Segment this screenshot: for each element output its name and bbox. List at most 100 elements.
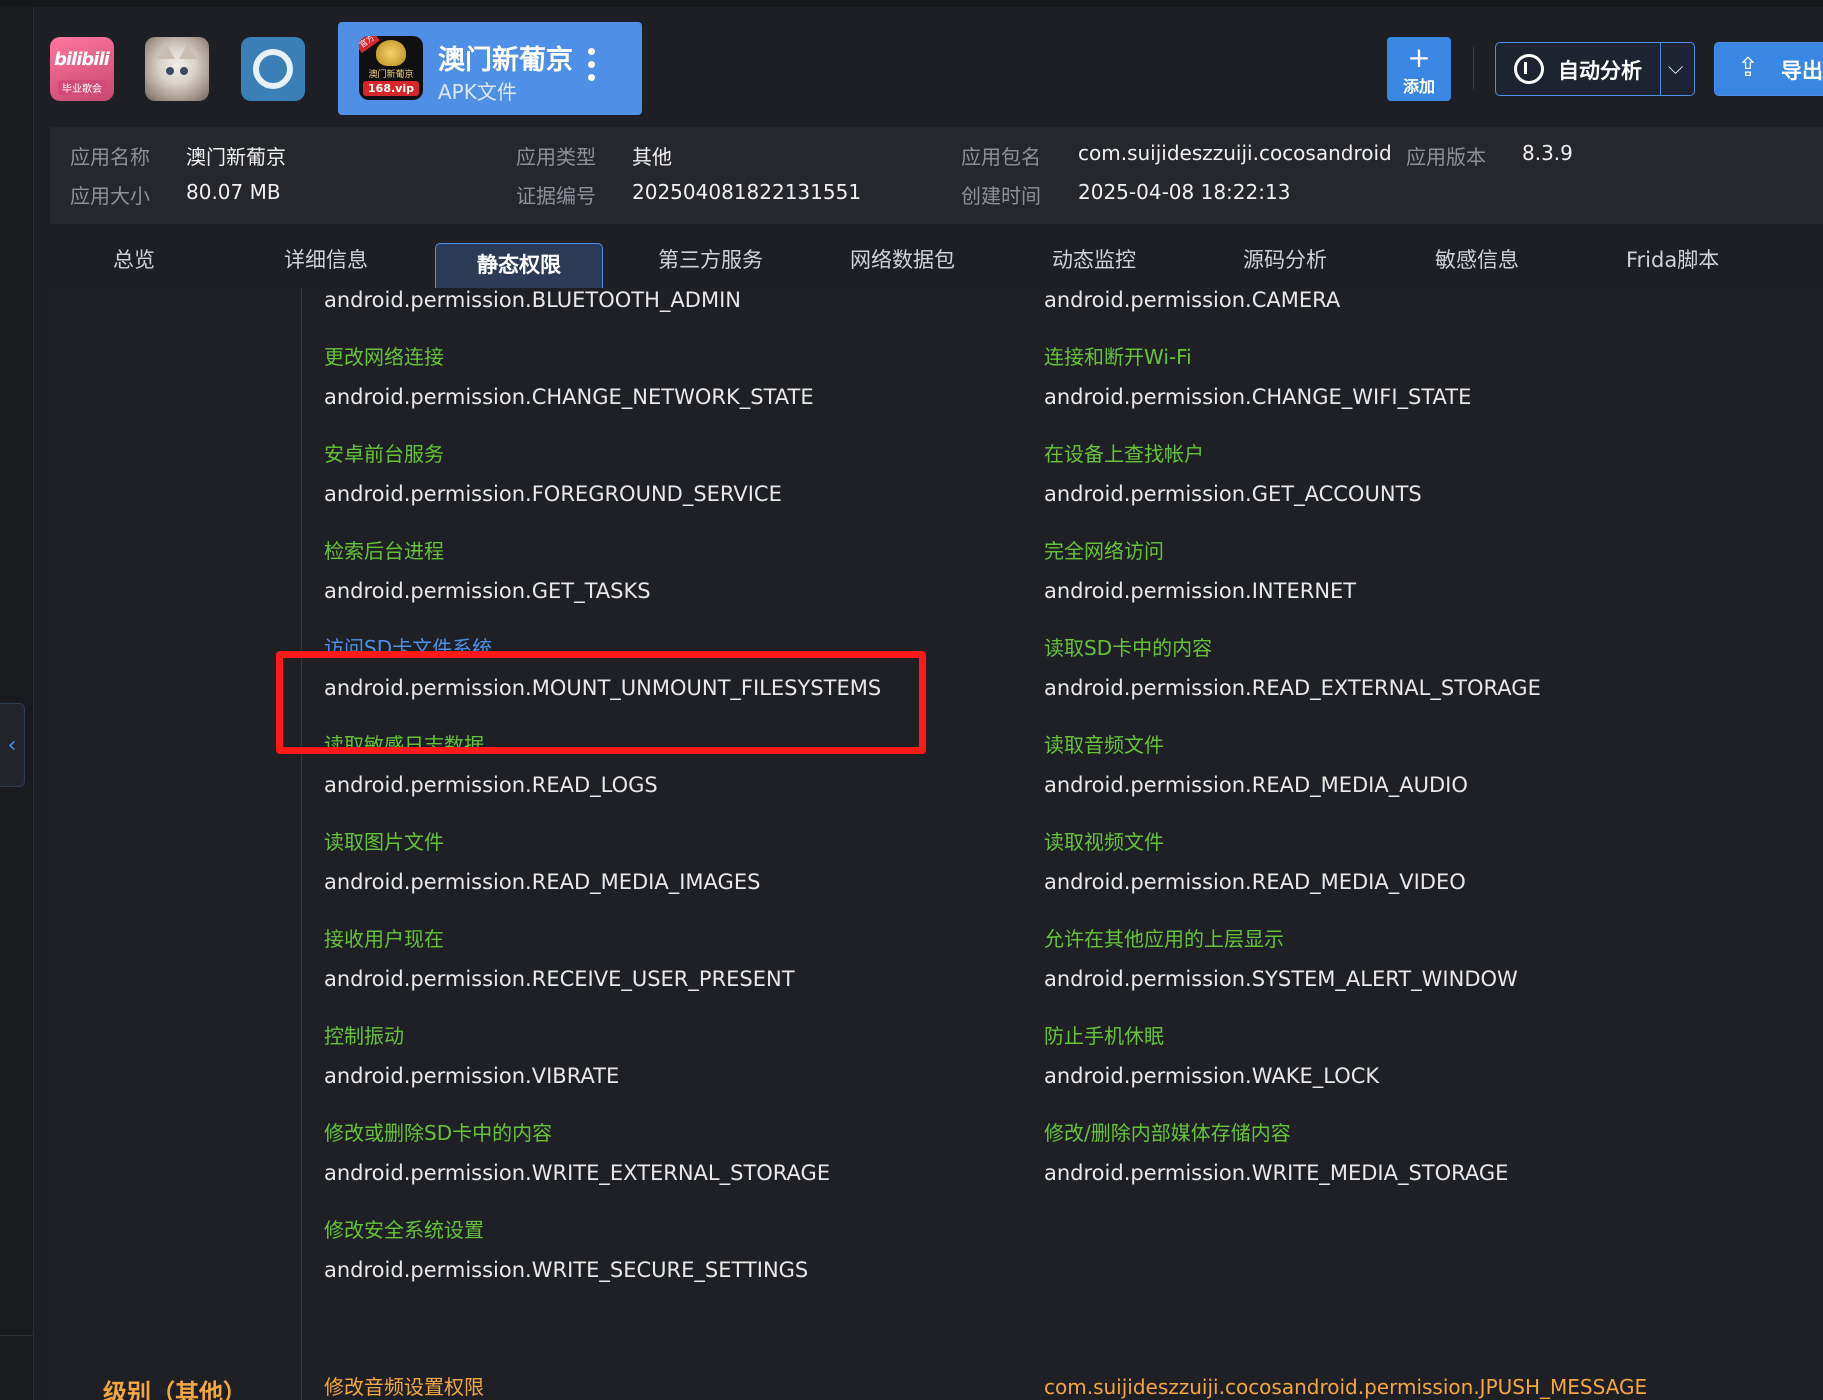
permission-item: 在设备上查找帐户 android.permission.GET_ACCOUNTS xyxy=(1044,441,1422,508)
permission-name: 修改或删除SD卡中的内容 xyxy=(324,1121,553,1145)
analysis-icon xyxy=(1514,54,1544,84)
permission-item: 防止手机休眠 android.permission.WAKE_LOCK xyxy=(1044,1023,1379,1090)
permission-item: 连接和断开Wi-Fi android.permission.CHANGE_WIF… xyxy=(1044,344,1471,411)
info-key: 应用名称 xyxy=(70,145,150,169)
permission-name: 接收用户现在 xyxy=(324,927,444,951)
cat-app-icon[interactable] xyxy=(145,37,209,101)
more-options-icon[interactable] xyxy=(588,48,596,88)
plus-icon: + xyxy=(1407,41,1431,74)
info-key: 创建时间 xyxy=(961,184,1041,208)
export-button[interactable]: ⇪ 导出 xyxy=(1714,42,1823,96)
tab-network-packets[interactable]: 网络数据包 xyxy=(850,244,955,274)
permission-name: 修改安全系统设置 xyxy=(324,1218,484,1242)
permission-id: android.permission.GET_TASKS xyxy=(324,579,651,603)
permission-name: 修改音频设置权限 xyxy=(324,1375,484,1399)
permission-id: android.permission.CHANGE_NETWORK_STATE xyxy=(324,385,814,409)
permission-id: android.permission.WAKE_LOCK xyxy=(1044,1064,1380,1088)
permission-name: 允许在其他应用的上层显示 xyxy=(1044,927,1284,951)
current-app-title: 澳门新葡京 xyxy=(438,45,573,76)
permission-id: android.permission.READ_MEDIA_IMAGES xyxy=(324,870,761,894)
ring-app-icon[interactable] xyxy=(241,37,305,101)
permission-id: android.permission.READ_MEDIA_VIDEO xyxy=(1044,870,1466,894)
info-key: 应用包名 xyxy=(961,145,1041,169)
permission-item: com.suijideszzuiji.cocosandroid.permissi… xyxy=(1044,1374,1647,1400)
auto-analysis-label: 自动分析 xyxy=(1558,59,1642,83)
permission-item: 控制振动 android.permission.VIBRATE xyxy=(324,1023,619,1090)
permission-name: 更改网络连接 xyxy=(324,345,444,369)
tab-source-analysis[interactable]: 源码分析 xyxy=(1243,244,1327,274)
permission-id: android.permission.READ_MEDIA_AUDIO xyxy=(1044,773,1468,797)
analysis-tabs: 总览 详细信息 静态权限 第三方服务 网络数据包 动态监控 源码分析 敏感信息 … xyxy=(50,226,1823,290)
permission-item: 接收用户现在 android.permission.RECEIVE_USER_P… xyxy=(324,926,795,993)
info-key: 应用版本 xyxy=(1406,145,1486,169)
permission-name: 修改/删除内部媒体存储内容 xyxy=(1044,1121,1291,1145)
logo-brand: 澳门新葡京 xyxy=(368,70,414,80)
permission-id: android.permission.CHANGE_WIFI_STATE xyxy=(1044,385,1472,409)
auto-analysis-button[interactable]: 自动分析 ⌵ xyxy=(1495,42,1695,96)
info-value: com.suijideszzuiji.cocosandroid xyxy=(1078,141,1392,165)
permission-name: 在设备上查找帐户 xyxy=(1044,442,1204,466)
permission-name: 防止手机休眠 xyxy=(1044,1024,1164,1048)
permission-item: android.permission.CAMERA xyxy=(1044,288,1340,314)
info-value: 澳门新葡京 xyxy=(186,145,286,169)
permission-id: android.permission.RECEIVE_USER_PRESENT xyxy=(324,967,795,991)
permission-item: 读取视频文件 android.permission.READ_MEDIA_VID… xyxy=(1044,829,1466,896)
top-strip xyxy=(0,0,1823,7)
permission-item: 允许在其他应用的上层显示 android.permission.SYSTEM_A… xyxy=(1044,926,1518,993)
permission-id: android.permission.READ_EXTERNAL_STORAGE xyxy=(1044,676,1541,700)
tab-details[interactable]: 详细信息 xyxy=(284,244,368,274)
permission-item: 更改网络连接 android.permission.CHANGE_NETWORK… xyxy=(324,344,814,411)
permission-name: com.suijideszzuiji.cocosandroid.permissi… xyxy=(1044,1375,1648,1399)
permission-item: 读取音频文件 android.permission.READ_MEDIA_AUD… xyxy=(1044,732,1468,799)
permission-id: android.permission.WRITE_EXTERNAL_STORAG… xyxy=(324,1161,831,1185)
bilibili-logo-text: bilibili xyxy=(54,49,110,70)
permission-name: 检索后台进程 xyxy=(324,539,444,563)
bilibili-logo-sub: 毕业歌会 xyxy=(58,80,106,95)
permission-item: 读取图片文件 android.permission.READ_MEDIA_IMA… xyxy=(324,829,760,896)
tab-sensitive-info[interactable]: 敏感信息 xyxy=(1435,244,1519,274)
tab-static-permissions[interactable]: 静态权限 xyxy=(435,243,603,290)
tab-third-party[interactable]: 第三方服务 xyxy=(658,244,763,274)
permission-item: 修改安全系统设置 android.permission.WRITE_SECURE… xyxy=(324,1217,808,1284)
chevron-down-icon[interactable]: ⌵ xyxy=(1668,55,1683,79)
permission-name: 读取音频文件 xyxy=(1044,733,1164,757)
permission-id: android.permission.VIBRATE xyxy=(324,1064,620,1088)
bilibili-app-icon[interactable]: bilibili 毕业歌会 xyxy=(50,37,114,101)
info-key: 应用大小 xyxy=(70,184,150,208)
permission-item: 读取SD卡中的内容 android.permission.READ_EXTERN… xyxy=(1044,635,1541,702)
permission-name: 安卓前台服务 xyxy=(324,442,444,466)
toolbar-separator xyxy=(1473,47,1474,89)
permission-id: android.permission.FOREGROUND_SERVICE xyxy=(324,482,782,506)
info-value: 2025-04-08 18:22:13 xyxy=(1078,180,1291,204)
rail-divider xyxy=(0,1335,33,1336)
permission-name: 完全网络访问 xyxy=(1044,539,1164,563)
info-key: 证据编号 xyxy=(516,184,596,208)
permission-name: 读取视频文件 xyxy=(1044,830,1164,854)
tab-frida-script[interactable]: Frida脚本 xyxy=(1626,244,1719,274)
permission-id: android.permission.GET_ACCOUNTS xyxy=(1044,482,1422,506)
info-value: 其他 xyxy=(632,145,672,169)
level-label: 级别（其他） xyxy=(103,1379,247,1400)
permission-name: 读取SD卡中的内容 xyxy=(1044,636,1213,660)
add-button[interactable]: + 添加 xyxy=(1387,37,1451,101)
permission-id: android.permission.WRITE_SECURE_SETTINGS xyxy=(324,1258,809,1282)
permission-item: android.permission.BLUETOOTH_ADMIN xyxy=(324,288,741,314)
permission-item: 修改或删除SD卡中的内容 android.permission.WRITE_EX… xyxy=(324,1120,830,1187)
red-highlight-box xyxy=(276,651,926,754)
permission-name: 连接和断开Wi-Fi xyxy=(1044,345,1192,369)
tab-overview[interactable]: 总览 xyxy=(113,244,155,274)
permission-id: android.permission.CAMERA xyxy=(1044,288,1341,312)
app-logo-icon: 官方 澳门新葡京 168.vip xyxy=(359,36,423,100)
tab-dynamic-monitor[interactable]: 动态监控 xyxy=(1052,244,1136,274)
section-divider xyxy=(301,288,302,1400)
permission-item: 完全网络访问 android.permission.INTERNET xyxy=(1044,538,1356,605)
export-label: 导出 xyxy=(1781,59,1823,83)
permissions-content: 级别（其他） android.permission.BLUETOOTH_ADMI… xyxy=(50,288,1823,1400)
collapse-sidebar-icon[interactable]: ‹ xyxy=(0,703,25,787)
info-key: 应用类型 xyxy=(516,145,596,169)
current-app-subtitle: APK文件 xyxy=(438,80,517,104)
permission-name: 读取图片文件 xyxy=(324,830,444,854)
permission-id: android.permission.WRITE_MEDIA_STORAGE xyxy=(1044,1161,1509,1185)
current-app-tab[interactable]: 官方 澳门新葡京 168.vip 澳门新葡京 APK文件 xyxy=(338,22,642,115)
info-value: 202504081822131551 xyxy=(632,180,862,204)
